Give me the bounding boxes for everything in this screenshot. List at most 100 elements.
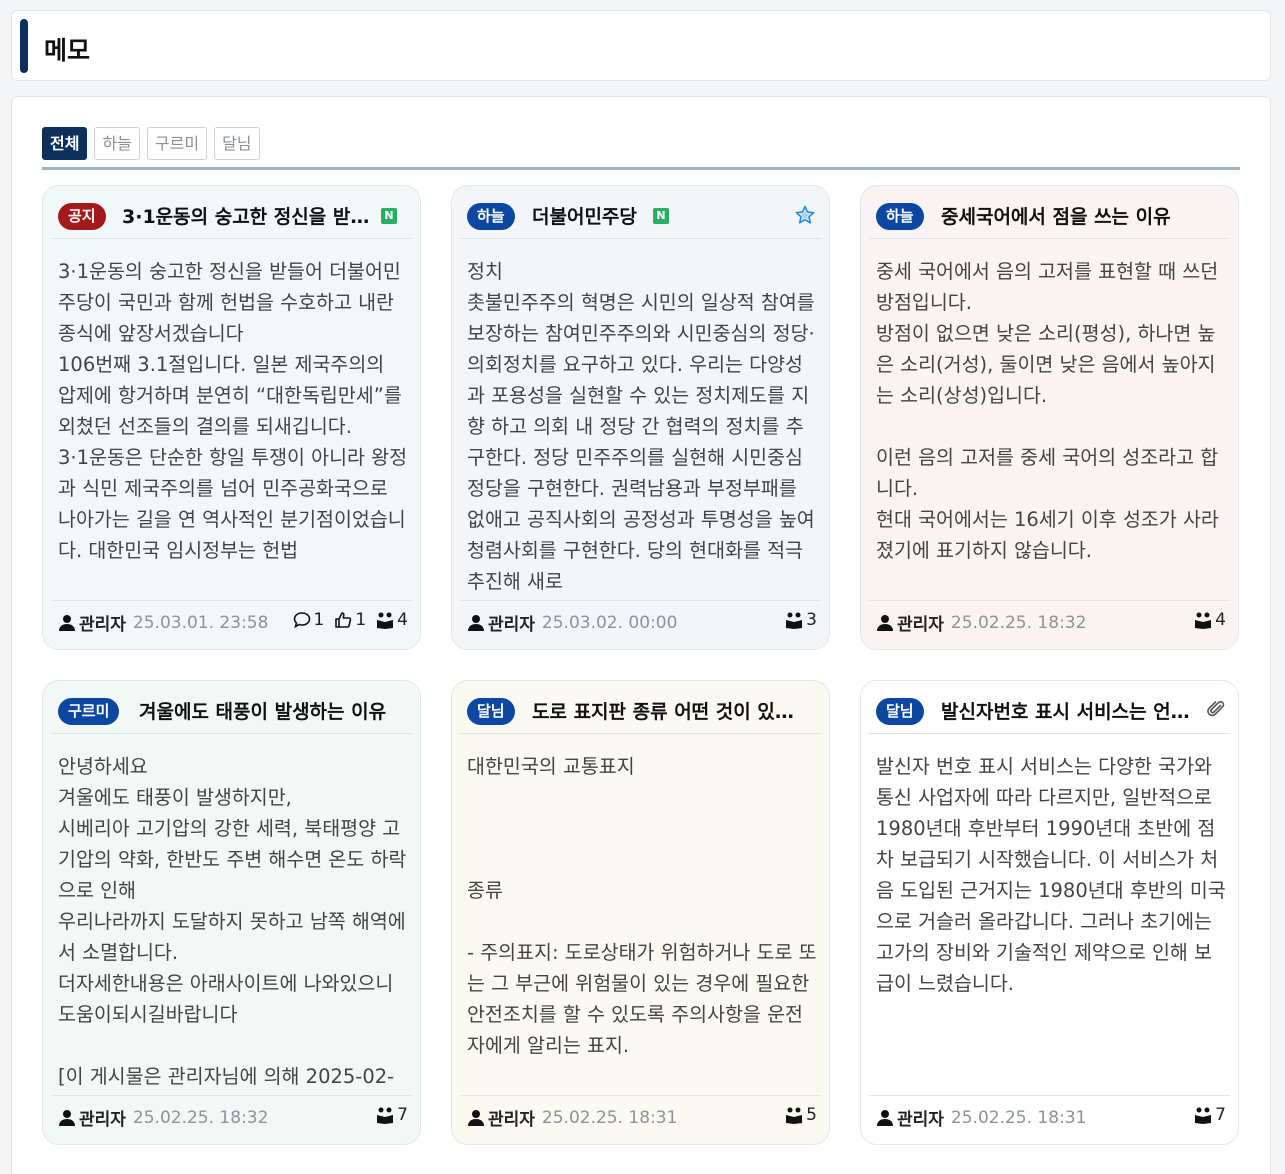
readers-icon xyxy=(786,1107,803,1124)
page-title: 메모 xyxy=(44,36,91,65)
tabs-divider xyxy=(42,167,1240,170)
card-body[interactable]: 중세 국어에서 음의 고저를 표현할 때 쓰던 방점입니다. 방점이 없으면 낮… xyxy=(876,256,1226,594)
card-stats: 4 xyxy=(1194,610,1226,630)
tab-dalnim[interactable]: 달님 xyxy=(214,127,260,160)
view-count: 4 xyxy=(1194,610,1226,630)
post-date: 25.02.25. 18:31 xyxy=(950,1107,1087,1128)
card-footer: 관리자 25.02.25. 18:31 7 xyxy=(876,1105,1226,1130)
post-date: 25.02.25. 18:32 xyxy=(950,612,1087,633)
new-icon: N xyxy=(381,208,397,224)
category-badge: 하늘 xyxy=(467,203,515,230)
card-title[interactable]: 3·1운동의 숭고한 정신을 받들어 xyxy=(122,203,370,231)
author-name: 관리자 xyxy=(897,615,944,635)
like-count-value: 1 xyxy=(355,610,367,630)
card-footer-divider xyxy=(460,1095,821,1096)
card-footer-divider xyxy=(51,1095,412,1096)
post-date: 25.02.25. 18:32 xyxy=(132,1107,269,1128)
post-date: 25.03.01. 23:58 xyxy=(132,612,269,633)
card-title[interactable]: 더불어민주당 xyxy=(532,203,654,231)
author: 관리자 25.03.01. 23:58 xyxy=(58,610,268,635)
card-header-divider xyxy=(460,733,821,734)
view-count: 7 xyxy=(1194,1105,1226,1125)
memo-card[interactable]: 구르미 겨울에도 태풍이 발생하는 이유 안녕하세요 겨울에도 태풍이 발생하지… xyxy=(42,680,421,1145)
card-header: 하늘 더불어민주당 N xyxy=(452,186,829,238)
author-name: 관리자 xyxy=(79,1110,126,1130)
view-count: 3 xyxy=(785,610,817,630)
user-icon xyxy=(468,614,484,631)
card-footer: 관리자 25.02.25. 18:31 5 xyxy=(467,1105,817,1130)
view-count-value: 3 xyxy=(806,610,817,630)
readers-icon xyxy=(377,612,394,629)
comment-count: 1 xyxy=(293,610,325,630)
card-body[interactable]: 발신자 번호 표시 서비스는 다양한 국가와 통신 사업자에 따라 다르지만, … xyxy=(876,751,1226,1089)
user-icon xyxy=(877,614,893,631)
card-body[interactable]: 정치 촛불민주주의 혁명은 시민의 일상적 참여를 보장하는 참여민주주의와 시… xyxy=(467,256,817,594)
user-icon xyxy=(877,1109,893,1126)
author-name: 관리자 xyxy=(488,615,535,635)
readers-icon xyxy=(1195,1107,1212,1124)
memo-card[interactable]: 하늘 더불어민주당 N 정치 촛불민주주의 혁명은 시민의 일상적 참여를 보장… xyxy=(451,185,830,650)
view-count-value: 5 xyxy=(806,1105,817,1125)
card-header-divider xyxy=(869,238,1230,239)
view-count: 5 xyxy=(785,1105,817,1125)
comment-icon xyxy=(293,612,310,629)
card-title[interactable]: 겨울에도 태풍이 발생하는 이유 xyxy=(139,698,389,726)
star-icon[interactable] xyxy=(795,205,815,225)
memo-card[interactable]: 달님 도로 표지판 종류 어떤 것이 있나요 대한민국의 교통표지 종류 - 주… xyxy=(451,680,830,1145)
author: 관리자 25.02.25. 18:32 xyxy=(876,610,1086,635)
memo-card[interactable]: 하늘 중세국어에서 점을 쓰는 이유 중세 국어에서 음의 고저를 표현할 때 … xyxy=(860,185,1239,650)
card-title[interactable]: 도로 표지판 종류 어떤 것이 있나요 xyxy=(532,698,797,726)
author-name: 관리자 xyxy=(488,1110,535,1130)
card-header: 공지 3·1운동의 숭고한 정신을 받들어 N xyxy=(43,186,420,238)
card-header-divider xyxy=(51,733,412,734)
memo-card[interactable]: 달님 발신자번호 표시 서비스는 언제부터 발신자 번호 표시 서비스는 다양한… xyxy=(860,680,1239,1145)
like-count: 1 xyxy=(334,610,366,630)
category-tabs: 전체 하늘 구르미 달님 xyxy=(42,127,260,160)
paperclip-icon xyxy=(1207,700,1225,717)
post-date: 25.03.02. 00:00 xyxy=(541,612,678,633)
card-title[interactable]: 중세국어에서 점을 쓰는 이유 xyxy=(941,203,1231,231)
view-count-value: 4 xyxy=(397,610,408,630)
comment-count-value: 1 xyxy=(313,610,325,630)
view-count-value: 7 xyxy=(397,1105,408,1125)
readers-icon xyxy=(1195,612,1212,629)
category-badge: 구르미 xyxy=(58,698,120,725)
author: 관리자 25.02.25. 18:31 xyxy=(876,1105,1086,1130)
post-date: 25.02.25. 18:31 xyxy=(541,1107,678,1128)
readers-icon xyxy=(786,612,803,629)
card-header: 하늘 중세국어에서 점을 쓰는 이유 xyxy=(861,186,1238,238)
readers-icon xyxy=(377,1107,394,1124)
card-footer-divider xyxy=(460,600,821,601)
card-stats: 5 xyxy=(785,1105,817,1125)
card-stats: 7 xyxy=(1194,1105,1226,1125)
user-icon xyxy=(59,1109,75,1126)
card-stats: 1 1 4 xyxy=(293,610,408,630)
author-name: 관리자 xyxy=(897,1110,944,1130)
card-header-divider xyxy=(869,733,1230,734)
view-count-value: 7 xyxy=(1215,1105,1226,1125)
memo-card[interactable]: 공지 3·1운동의 숭고한 정신을 받들어 N 3·1운동의 숭고한 정신을 받… xyxy=(42,185,421,650)
tab-haneul[interactable]: 하늘 xyxy=(94,127,140,160)
category-badge: 달님 xyxy=(876,698,924,725)
user-icon xyxy=(59,614,75,631)
thumbs-up-icon xyxy=(335,612,352,628)
author: 관리자 25.02.25. 18:31 xyxy=(467,1105,677,1130)
tab-gurumi[interactable]: 구르미 xyxy=(146,127,208,160)
page-header: 메모 xyxy=(11,10,1271,81)
notice-badge: 공지 xyxy=(58,203,106,230)
card-body[interactable]: 안녕하세요 겨울에도 태풍이 발생하지만, 시베리아 고기압의 강한 세력, 북… xyxy=(58,751,408,1089)
author: 관리자 25.02.25. 18:32 xyxy=(58,1105,268,1130)
author-name: 관리자 xyxy=(79,615,126,635)
tab-all[interactable]: 전체 xyxy=(42,127,88,160)
card-header: 달님 발신자번호 표시 서비스는 언제부터 xyxy=(861,681,1238,733)
card-body[interactable]: 3·1운동의 숭고한 정신을 받들어 더불어민주당이 국민과 함께 헌법을 수호… xyxy=(58,256,408,594)
card-body[interactable]: 대한민국의 교통표지 종류 - 주의표지: 도로상태가 위험하거나 도로 또는 … xyxy=(467,751,817,1089)
card-footer: 관리자 25.03.01. 23:58 1 1 4 xyxy=(58,610,408,635)
card-footer: 관리자 25.02.25. 18:32 7 xyxy=(58,1105,408,1130)
card-stats: 3 xyxy=(785,610,817,630)
category-badge: 하늘 xyxy=(876,203,924,230)
view-count: 7 xyxy=(376,1105,408,1125)
card-title[interactable]: 발신자번호 표시 서비스는 언제부터 xyxy=(941,698,1191,726)
card-footer-divider xyxy=(869,1095,1230,1096)
card-footer-divider xyxy=(869,600,1230,601)
